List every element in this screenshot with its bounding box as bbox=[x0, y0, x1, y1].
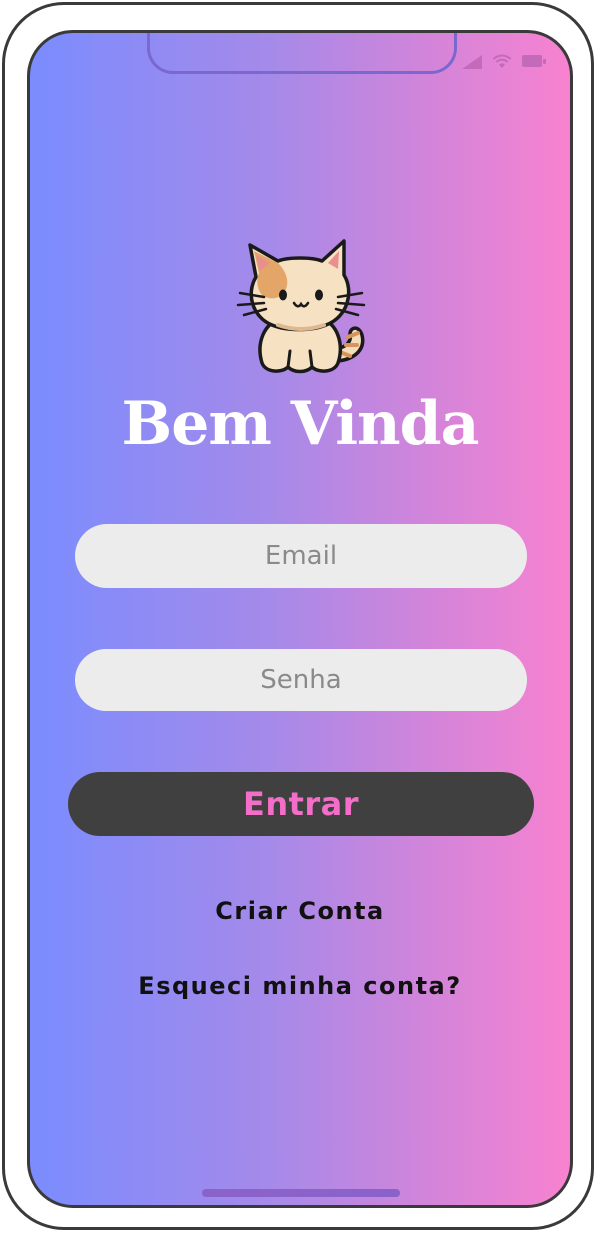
cat-icon bbox=[236, 239, 366, 374]
battery-icon bbox=[522, 55, 546, 67]
password-field[interactable] bbox=[75, 649, 527, 711]
phone-screen: Bem Vinda Entrar Criar Conta Esqueci min… bbox=[27, 30, 573, 1208]
signal-icon bbox=[462, 55, 482, 69]
email-field[interactable] bbox=[75, 524, 527, 588]
create-account-link[interactable]: Criar Conta bbox=[30, 897, 570, 925]
wifi-icon bbox=[492, 53, 512, 69]
forgot-account-link[interactable]: Esqueci minha conta? bbox=[30, 972, 570, 1000]
home-indicator bbox=[202, 1189, 400, 1197]
page-title: Bem Vinda bbox=[121, 389, 479, 459]
notch bbox=[147, 33, 457, 74]
login-button[interactable]: Entrar bbox=[68, 772, 534, 836]
status-bar bbox=[462, 53, 546, 69]
